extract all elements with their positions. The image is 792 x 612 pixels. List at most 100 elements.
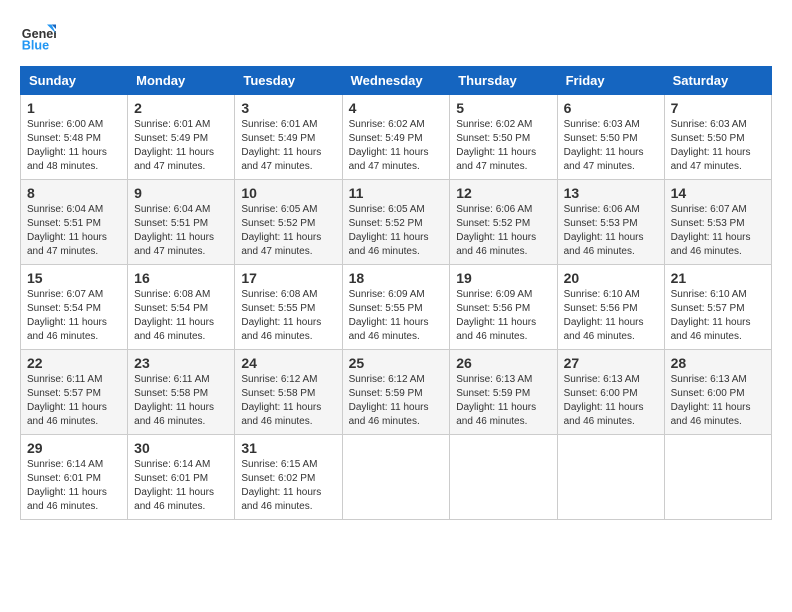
day-number: 6: [564, 100, 658, 116]
day-number: 21: [671, 270, 765, 286]
day-number: 29: [27, 440, 121, 456]
calendar-day-cell: 1Sunrise: 6:00 AM Sunset: 5:48 PM Daylig…: [21, 95, 128, 180]
calendar-day-cell: 12 Sunrise: 6:06 AM Sunset: 5:52 PM Dayli…: [450, 180, 557, 265]
calendar-day-cell: 31 Sunrise: 6:15 AM Sunset: 6:02 PM Dayli…: [235, 435, 342, 520]
calendar-day-cell: 10 Sunrise: 6:05 AM Sunset: 5:52 PM Dayli…: [235, 180, 342, 265]
calendar-table: SundayMondayTuesdayWednesdayThursdayFrid…: [20, 66, 772, 520]
calendar-day-cell: 2 Sunrise: 6:01 AM Sunset: 5:49 PM Daylig…: [128, 95, 235, 180]
day-info: Sunrise: 6:08 AM Sunset: 5:54 PM Dayligh…: [134, 288, 228, 344]
calendar-day-cell: 27Sunrise: 6:13 AM Sunset: 6:00 PM Dayli…: [557, 350, 664, 435]
calendar-day-cell: 30 Sunrise: 6:14 AM Sunset: 6:01 PM Dayli…: [128, 435, 235, 520]
calendar-day-cell: 29 Sunrise: 6:14 AM Sunset: 6:01 PM Dayli…: [21, 435, 128, 520]
calendar-day-cell: 6Sunrise: 6:03 AM Sunset: 5:50 PM Daylig…: [557, 95, 664, 180]
calendar-week-row: 15Sunrise: 6:07 AM Sunset: 5:54 PM Dayli…: [21, 265, 772, 350]
calendar-week-row: 29 Sunrise: 6:14 AM Sunset: 6:01 PM Dayli…: [21, 435, 772, 520]
calendar-day-cell: 11Sunrise: 6:05 AM Sunset: 5:52 PM Dayli…: [342, 180, 450, 265]
day-number: 3: [241, 100, 335, 116]
day-number: 19: [456, 270, 550, 286]
day-number: 23: [134, 355, 228, 371]
day-info: Sunrise: 6:07 AM Sunset: 5:54 PM Dayligh…: [27, 288, 121, 344]
calendar-day-cell: 3Sunrise: 6:01 AM Sunset: 5:49 PM Daylig…: [235, 95, 342, 180]
calendar-day-cell: 16Sunrise: 6:08 AM Sunset: 5:54 PM Dayli…: [128, 265, 235, 350]
calendar-day-cell: 5 Sunrise: 6:02 AM Sunset: 5:50 PM Daylig…: [450, 95, 557, 180]
svg-text:Blue: Blue: [22, 39, 49, 53]
day-number: 13: [564, 185, 658, 201]
calendar-day-cell: [664, 435, 771, 520]
calendar-week-row: 8 Sunrise: 6:04 AM Sunset: 5:51 PM Daylig…: [21, 180, 772, 265]
day-of-week-header: Friday: [557, 67, 664, 95]
day-number: 2: [134, 100, 228, 116]
day-number: 30: [134, 440, 228, 456]
day-info: Sunrise: 6:09 AM Sunset: 5:56 PM Dayligh…: [456, 288, 550, 344]
day-info: Sunrise: 6:13 AM Sunset: 6:00 PM Dayligh…: [671, 373, 765, 429]
calendar-day-cell: 24 Sunrise: 6:12 AM Sunset: 5:58 PM Dayli…: [235, 350, 342, 435]
day-number: 28: [671, 355, 765, 371]
day-number: 4: [349, 100, 444, 116]
calendar-day-cell: [450, 435, 557, 520]
day-number: 24: [241, 355, 335, 371]
day-info: Sunrise: 6:11 AM Sunset: 5:57 PM Dayligh…: [27, 373, 121, 429]
logo-icon: General Blue: [20, 20, 56, 56]
day-info: Sunrise: 6:01 AM Sunset: 5:49 PM Dayligh…: [134, 118, 228, 174]
day-number: 7: [671, 100, 765, 116]
day-info: Sunrise: 6:04 AM Sunset: 5:51 PM Dayligh…: [27, 203, 121, 259]
day-number: 14: [671, 185, 765, 201]
day-number: 31: [241, 440, 335, 456]
day-info: Sunrise: 6:14 AM Sunset: 6:01 PM Dayligh…: [27, 458, 121, 514]
day-number: 26: [456, 355, 550, 371]
calendar-day-cell: 23 Sunrise: 6:11 AM Sunset: 5:58 PM Dayli…: [128, 350, 235, 435]
day-info: Sunrise: 6:04 AM Sunset: 5:51 PM Dayligh…: [134, 203, 228, 259]
day-info: Sunrise: 6:15 AM Sunset: 6:02 PM Dayligh…: [241, 458, 335, 514]
day-number: 18: [349, 270, 444, 286]
day-info: Sunrise: 6:03 AM Sunset: 5:50 PM Dayligh…: [671, 118, 765, 174]
day-info: Sunrise: 6:10 AM Sunset: 5:57 PM Dayligh…: [671, 288, 765, 344]
day-number: 5: [456, 100, 550, 116]
day-number: 12: [456, 185, 550, 201]
day-info: Sunrise: 6:05 AM Sunset: 5:52 PM Dayligh…: [241, 203, 335, 259]
day-info: Sunrise: 6:10 AM Sunset: 5:56 PM Dayligh…: [564, 288, 658, 344]
calendar-day-cell: 19 Sunrise: 6:09 AM Sunset: 5:56 PM Dayli…: [450, 265, 557, 350]
calendar-day-cell: 4 Sunrise: 6:02 AM Sunset: 5:49 PM Daylig…: [342, 95, 450, 180]
calendar-day-cell: 25Sunrise: 6:12 AM Sunset: 5:59 PM Dayli…: [342, 350, 450, 435]
calendar-day-cell: [342, 435, 450, 520]
calendar-day-cell: 26 Sunrise: 6:13 AM Sunset: 5:59 PM Dayli…: [450, 350, 557, 435]
day-info: Sunrise: 6:14 AM Sunset: 6:01 PM Dayligh…: [134, 458, 228, 514]
day-info: Sunrise: 6:13 AM Sunset: 6:00 PM Dayligh…: [564, 373, 658, 429]
calendar-week-row: 1Sunrise: 6:00 AM Sunset: 5:48 PM Daylig…: [21, 95, 772, 180]
calendar-day-cell: 18 Sunrise: 6:09 AM Sunset: 5:55 PM Dayli…: [342, 265, 450, 350]
calendar-day-cell: [557, 435, 664, 520]
day-info: Sunrise: 6:08 AM Sunset: 5:55 PM Dayligh…: [241, 288, 335, 344]
calendar-day-cell: 15Sunrise: 6:07 AM Sunset: 5:54 PM Dayli…: [21, 265, 128, 350]
day-info: Sunrise: 6:02 AM Sunset: 5:50 PM Dayligh…: [456, 118, 550, 174]
calendar-header-row: SundayMondayTuesdayWednesdayThursdayFrid…: [21, 67, 772, 95]
calendar-day-cell: 9Sunrise: 6:04 AM Sunset: 5:51 PM Daylig…: [128, 180, 235, 265]
calendar-day-cell: 17 Sunrise: 6:08 AM Sunset: 5:55 PM Dayli…: [235, 265, 342, 350]
day-number: 8: [27, 185, 121, 201]
logo: General Blue: [20, 20, 40, 56]
day-of-week-header: Sunday: [21, 67, 128, 95]
day-of-week-header: Monday: [128, 67, 235, 95]
day-info: Sunrise: 6:07 AM Sunset: 5:53 PM Dayligh…: [671, 203, 765, 259]
day-number: 1: [27, 100, 121, 116]
day-info: Sunrise: 6:11 AM Sunset: 5:58 PM Dayligh…: [134, 373, 228, 429]
calendar-day-cell: 22 Sunrise: 6:11 AM Sunset: 5:57 PM Dayli…: [21, 350, 128, 435]
calendar-day-cell: 7 Sunrise: 6:03 AM Sunset: 5:50 PM Daylig…: [664, 95, 771, 180]
day-info: Sunrise: 6:12 AM Sunset: 5:59 PM Dayligh…: [349, 373, 444, 429]
day-number: 11: [349, 185, 444, 201]
day-number: 10: [241, 185, 335, 201]
day-info: Sunrise: 6:06 AM Sunset: 5:52 PM Dayligh…: [456, 203, 550, 259]
day-of-week-header: Wednesday: [342, 67, 450, 95]
calendar-day-cell: 21 Sunrise: 6:10 AM Sunset: 5:57 PM Dayli…: [664, 265, 771, 350]
day-number: 17: [241, 270, 335, 286]
day-number: 22: [27, 355, 121, 371]
calendar-day-cell: 28 Sunrise: 6:13 AM Sunset: 6:00 PM Dayli…: [664, 350, 771, 435]
calendar-week-row: 22 Sunrise: 6:11 AM Sunset: 5:57 PM Dayli…: [21, 350, 772, 435]
day-info: Sunrise: 6:12 AM Sunset: 5:58 PM Dayligh…: [241, 373, 335, 429]
day-info: Sunrise: 6:13 AM Sunset: 5:59 PM Dayligh…: [456, 373, 550, 429]
day-info: Sunrise: 6:02 AM Sunset: 5:49 PM Dayligh…: [349, 118, 444, 174]
day-of-week-header: Saturday: [664, 67, 771, 95]
calendar-day-cell: 8 Sunrise: 6:04 AM Sunset: 5:51 PM Daylig…: [21, 180, 128, 265]
calendar-day-cell: 13 Sunrise: 6:06 AM Sunset: 5:53 PM Dayli…: [557, 180, 664, 265]
day-info: Sunrise: 6:06 AM Sunset: 5:53 PM Dayligh…: [564, 203, 658, 259]
day-info: Sunrise: 6:09 AM Sunset: 5:55 PM Dayligh…: [349, 288, 444, 344]
